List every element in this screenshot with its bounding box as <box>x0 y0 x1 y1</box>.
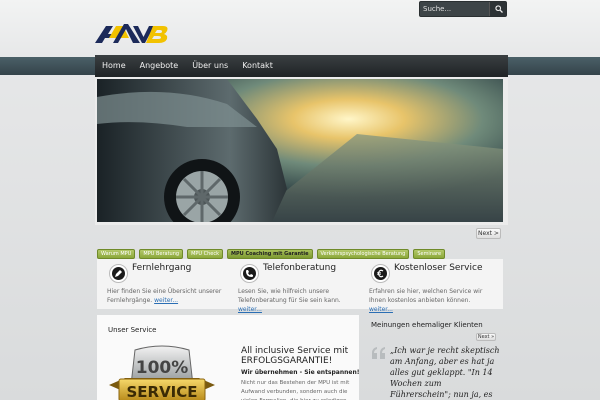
feature-more-link[interactable]: weiter... <box>238 306 262 313</box>
tab-row: Warum MPU MPU Beratung MPU Check MPU Coa… <box>97 249 446 259</box>
testimonials-section: Meinungen ehemaliger Klienten Next » „Ic… <box>364 315 503 400</box>
euro-icon <box>371 264 390 283</box>
feature-title: Kostenloser Service <box>394 263 483 273</box>
feature-fernlehrgang: Fernlehrgang Hier finden Sie eine Übersi… <box>97 259 227 309</box>
quote-icon <box>372 347 385 359</box>
nav-item-angebote[interactable]: Angebote <box>133 55 186 77</box>
feature-text: Erfahren sie hier, welchen Service wir I… <box>369 288 483 313</box>
promo-headline: All inclusive Service mit ERFOLGSGARANTI… <box>241 346 349 366</box>
service-section: Unser Service 100% SERVICE All inclusive… <box>97 315 359 400</box>
tab-verkehrspsychologische-beratung[interactable]: Verkehrspsychologische Beratung <box>316 249 410 259</box>
tab-seminare[interactable]: Seminare <box>413 249 446 259</box>
testimonial-next-button[interactable]: Next » <box>476 333 496 341</box>
phone-icon <box>240 264 259 283</box>
feature-title: Fernlehrgang <box>132 263 192 273</box>
feature-title: Telefonberatung <box>263 263 337 273</box>
search-button[interactable] <box>489 2 506 16</box>
testimonial-quote: „Ich war je recht skeptisch am Anfang, a… <box>390 346 500 399</box>
feature-more-link[interactable]: weiter... <box>369 306 393 313</box>
nav-item-ueber-uns[interactable]: Über uns <box>185 55 235 77</box>
slider-next-button[interactable]: Next > <box>476 228 501 239</box>
feature-kostenloser-service: Kostenloser Service Erfahren sie hier, w… <box>359 259 489 313</box>
promo-subline: Wir übernehmen - Sie entspannen! <box>241 369 360 376</box>
slider-image-car <box>97 79 503 222</box>
feature-text: Hier finden Sie eine Übersicht unserer F… <box>107 288 222 304</box>
search-input[interactable] <box>423 3 487 15</box>
nav-item-home[interactable]: Home <box>95 55 133 77</box>
main-nav: Home Angebote Über uns Kontakt <box>95 55 508 77</box>
badge-word: SERVICE <box>126 383 197 400</box>
search-box[interactable] <box>419 1 507 17</box>
tab-mpu-coaching[interactable]: MPU Coaching mit Garantie <box>227 249 313 259</box>
tab-warum-mpu[interactable]: Warum MPU <box>97 249 136 259</box>
pencil-icon <box>109 264 128 283</box>
badge-percent: 100% <box>136 358 189 378</box>
feature-text: Lesen Sie, wie hilfreich unsere Telefonb… <box>238 288 341 313</box>
tab-mpu-beratung[interactable]: MPU Beratung <box>139 249 184 259</box>
feature-more-link[interactable]: weiter... <box>154 297 178 304</box>
tab-mpu-check[interactable]: MPU Check <box>187 249 224 259</box>
logo[interactable] <box>95 24 169 44</box>
feature-boxes: Fernlehrgang Hier finden Sie eine Übersi… <box>97 259 503 313</box>
section-title: Meinungen ehemaliger Klienten <box>371 321 483 329</box>
promo-text: Nicht nur das Bestehen der MPU ist mit A… <box>241 380 350 400</box>
service-badge-image: 100% SERVICE <box>109 345 215 400</box>
nav-item-kontakt[interactable]: Kontakt <box>235 55 280 77</box>
feature-telefonberatung: Telefonberatung Lesen Sie, wie hilfreich… <box>228 259 358 313</box>
section-title: Unser Service <box>108 326 157 334</box>
search-icon <box>495 5 503 13</box>
